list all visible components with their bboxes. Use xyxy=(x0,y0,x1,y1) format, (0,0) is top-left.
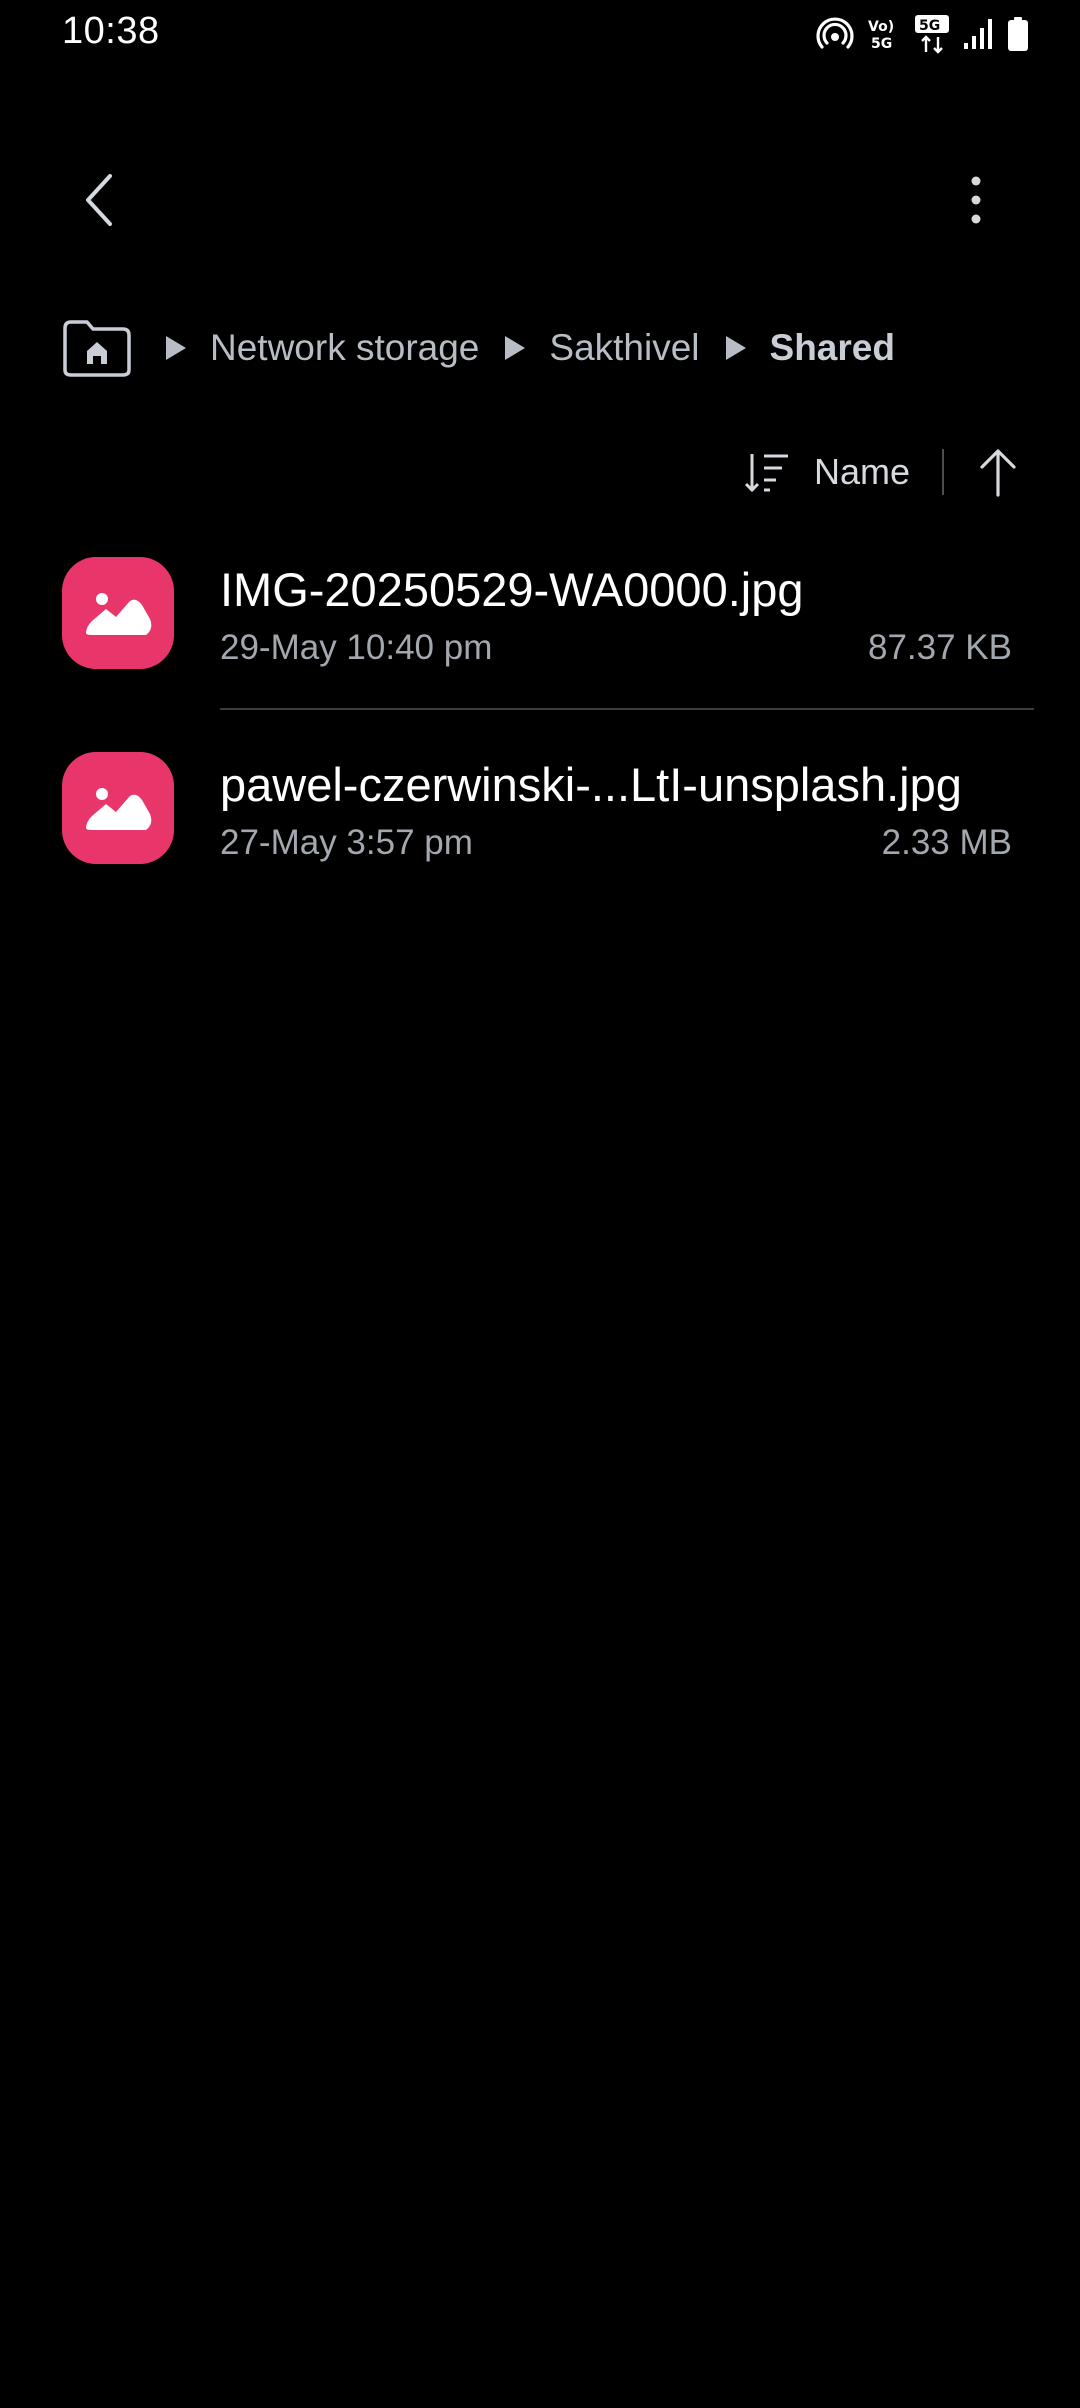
file-name: pawel-czerwinski-...LtI-unsplash.jpg xyxy=(220,758,962,811)
hotspot-icon xyxy=(816,15,854,53)
breadcrumb-arrow-icon xyxy=(724,334,748,362)
file-size: 87.37 KB xyxy=(868,628,1012,667)
breadcrumb-sakthivel[interactable]: Sakthivel xyxy=(549,327,699,369)
file-date: 27-May 3:57 pm xyxy=(220,823,473,862)
home-folder-icon xyxy=(63,320,131,377)
svg-text:5G: 5G xyxy=(871,36,892,52)
file-thumbnail xyxy=(62,557,174,669)
sort-divider xyxy=(942,449,944,495)
list-item[interactable]: pawel-czerwinski-...LtI-unsplash.jpg 27-… xyxy=(0,735,1080,930)
sort-icon xyxy=(744,454,788,493)
image-icon xyxy=(86,593,152,635)
more-options-button[interactable] xyxy=(946,165,1006,235)
breadcrumb-home[interactable] xyxy=(60,317,134,379)
file-list: IMG-20250529-WA0000.jpg 29-May 10:40 pm … xyxy=(0,540,1080,930)
breadcrumb-arrow-icon xyxy=(503,334,527,362)
back-button[interactable] xyxy=(70,165,130,235)
list-divider xyxy=(220,708,1034,710)
sort-by-label[interactable]: Name xyxy=(814,451,910,493)
breadcrumb-arrow-icon xyxy=(164,334,188,362)
status-bar: 10:38 Vo) 5G 5G xyxy=(0,0,1080,70)
5g-icon: 5G xyxy=(914,14,950,54)
volte-icon: Vo) 5G xyxy=(866,15,902,53)
signal-icon xyxy=(962,17,994,51)
arrow-up-icon xyxy=(980,449,1016,497)
list-item[interactable]: IMG-20250529-WA0000.jpg 29-May 10:40 pm … xyxy=(0,540,1080,735)
file-date: 29-May 10:40 pm xyxy=(220,628,493,667)
breadcrumb: Network storage Sakthivel Shared xyxy=(60,312,919,384)
breadcrumb-shared: Shared xyxy=(769,327,895,368)
breadcrumb-network-storage[interactable]: Network storage xyxy=(210,327,479,369)
sort-direction-button[interactable] xyxy=(976,447,1020,497)
more-vertical-icon xyxy=(971,176,981,224)
sort-button[interactable] xyxy=(744,448,792,496)
battery-icon xyxy=(1006,16,1030,52)
status-time: 10:38 xyxy=(62,10,160,52)
image-icon xyxy=(86,788,152,830)
status-icons: Vo) 5G 5G xyxy=(816,12,1030,56)
file-name: IMG-20250529-WA0000.jpg xyxy=(220,563,804,616)
file-thumbnail xyxy=(62,752,174,864)
sort-bar: Name xyxy=(744,440,1020,504)
svg-text:5G: 5G xyxy=(919,18,940,34)
svg-text:Vo): Vo) xyxy=(868,19,894,35)
file-size: 2.33 MB xyxy=(881,823,1012,862)
chevron-left-icon xyxy=(86,174,112,226)
